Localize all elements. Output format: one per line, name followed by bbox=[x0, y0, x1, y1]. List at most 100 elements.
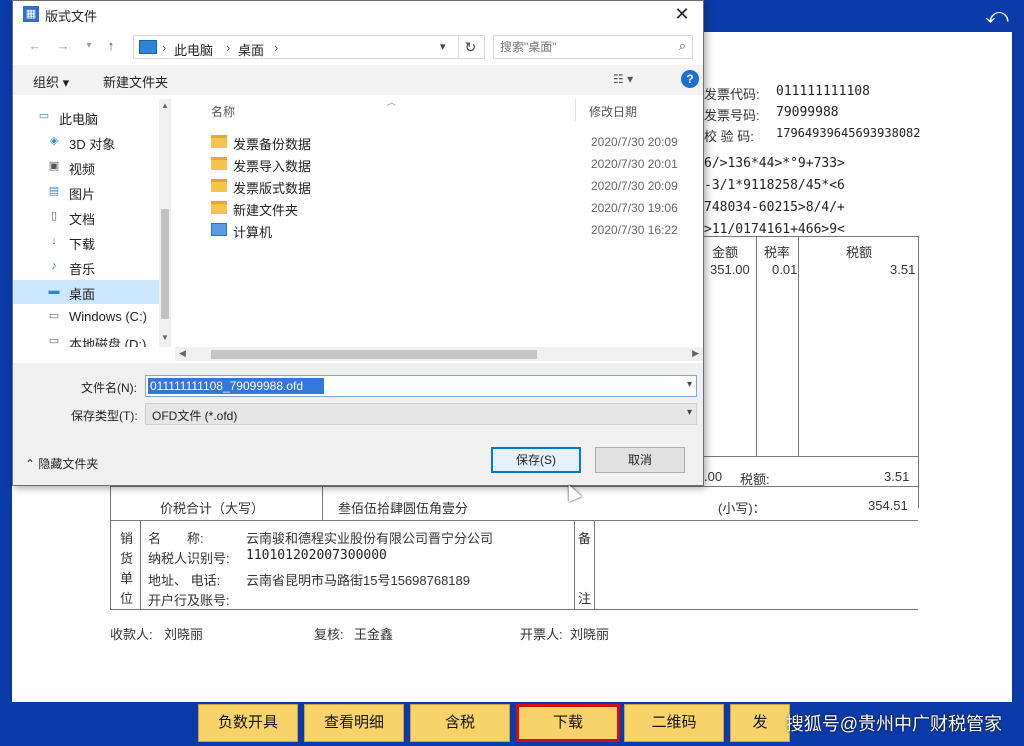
scroll-down-icon[interactable]: ▼ bbox=[161, 333, 169, 342]
chevron-down-icon: ▾ bbox=[686, 407, 692, 418]
file-date: 2020/7/30 19:06 bbox=[591, 201, 678, 215]
nav-item-label: 音乐 bbox=[69, 262, 96, 277]
file-date: 2020/7/30 16:22 bbox=[591, 223, 678, 237]
nav-item-drive-d[interactable]: ▭ 本地磁盘 (D:) bbox=[13, 330, 159, 347]
file-date: 2020/7/30 20:01 bbox=[591, 157, 678, 171]
view-details-button[interactable]: 查看明细 bbox=[304, 704, 404, 742]
hide-folders-toggle[interactable]: ⌃ 隐藏文件夹 bbox=[25, 455, 98, 472]
scroll-left-icon[interactable]: ◀ bbox=[179, 348, 186, 359]
send-button[interactable]: 发 bbox=[730, 704, 790, 742]
nav-item-drive-c[interactable]: ▭ Windows (C:) bbox=[13, 305, 159, 329]
organize-menu[interactable]: 组织 ▾ bbox=[33, 72, 69, 91]
column-separator[interactable] bbox=[575, 99, 576, 121]
file-row[interactable]: 发票版式数据 2020/7/30 20:09 bbox=[197, 175, 697, 197]
address-row: ← → ▾ ↑ › 此电脑 › 桌面 › ▾ ↻ ⌕ bbox=[13, 31, 703, 61]
file-row[interactable]: 发票备份数据 2020/7/30 20:09 bbox=[197, 131, 697, 153]
download-button[interactable]: 下载 bbox=[516, 704, 620, 742]
table-line bbox=[110, 520, 918, 521]
nav-item-pictures[interactable]: ▤ 图片 bbox=[13, 180, 159, 204]
horizontal-scrollbar[interactable]: ◀ ▶ bbox=[175, 347, 703, 361]
nav-item-videos[interactable]: ▣ 视频 bbox=[13, 155, 159, 179]
help-icon[interactable]: ? bbox=[681, 70, 699, 88]
new-folder-button[interactable]: 新建文件夹 bbox=[103, 72, 168, 91]
search-box[interactable]: ⌕ bbox=[493, 35, 693, 59]
breadcrumb-this-pc[interactable]: 此电脑 bbox=[174, 40, 213, 59]
search-icon[interactable]: ⌕ bbox=[679, 38, 686, 54]
table-line bbox=[704, 236, 918, 237]
video-icon: ▣ bbox=[48, 160, 60, 172]
navigation-pane: ▭ 此电脑 ◈ 3D 对象 ▣ 视频 ▤ 图片 ▯ 文档 ↓ 下载 ♪ 音乐 ▬ bbox=[13, 99, 173, 347]
reviewer-label: 复核: bbox=[314, 627, 344, 642]
close-icon[interactable]: ✕ bbox=[667, 1, 697, 27]
table-line bbox=[594, 520, 595, 610]
filetype-select[interactable]: OFD文件 (*.ofd) ▾ bbox=[145, 403, 697, 425]
scroll-up-icon[interactable]: ▲ bbox=[161, 101, 169, 110]
back-arrow-icon[interactable]: ⤺ bbox=[984, 3, 1010, 29]
table-line bbox=[140, 520, 141, 610]
search-input[interactable] bbox=[500, 39, 660, 55]
row-tax: 3.51 bbox=[890, 262, 916, 277]
breadcrumb-separator: › bbox=[162, 40, 167, 55]
dialog-toolbar: 组织 ▾ 新建文件夹 ☷ ▾ ? bbox=[13, 65, 703, 95]
drive-icon: ▭ bbox=[48, 335, 60, 347]
document-icon: ▯ bbox=[50, 210, 58, 222]
filename-input[interactable] bbox=[148, 378, 324, 394]
scroll-right-icon[interactable]: ▶ bbox=[692, 348, 699, 359]
remark-char: 注 bbox=[578, 591, 592, 606]
save-button[interactable]: 保存(S) bbox=[491, 447, 581, 473]
invoice-number-value: 79099988 bbox=[776, 105, 839, 120]
cube-icon: ◈ bbox=[49, 135, 59, 147]
scrollbar-thumb[interactable] bbox=[161, 209, 169, 319]
view-options-icon[interactable]: ☷ ▾ bbox=[613, 72, 633, 86]
scrollbar-thumb[interactable] bbox=[211, 350, 537, 359]
nav-item-downloads[interactable]: ↓ 下载 bbox=[13, 230, 159, 254]
filetype-value: OFD文件 (*.ofd) bbox=[152, 409, 238, 423]
folder-icon bbox=[211, 179, 227, 192]
check-code-value: 17964939645693938082 bbox=[776, 126, 921, 140]
nav-item-this-pc[interactable]: ▭ 此电脑 bbox=[13, 105, 159, 129]
file-date: 2020/7/30 20:09 bbox=[591, 135, 678, 149]
computer-shortcut-icon bbox=[211, 223, 227, 236]
cancel-button[interactable]: 取消 bbox=[595, 447, 685, 473]
col-amount-header: 金额 bbox=[712, 245, 739, 260]
nav-item-desktop[interactable]: ▬ 桌面 bbox=[13, 280, 159, 304]
seller-section-char: 销 bbox=[120, 531, 134, 546]
nav-item-documents[interactable]: ▯ 文档 bbox=[13, 205, 159, 229]
drawer-label: 开票人: bbox=[520, 627, 563, 642]
forward-icon[interactable]: → bbox=[53, 37, 73, 55]
breadcrumb-desktop[interactable]: 桌面 bbox=[238, 40, 264, 59]
refresh-icon[interactable]: ↻ bbox=[458, 36, 482, 58]
tax-included-button[interactable]: 含税 bbox=[410, 704, 510, 742]
row-rate: 0.01 bbox=[772, 262, 798, 277]
chevron-down-icon[interactable]: ▾ bbox=[687, 379, 692, 390]
file-row[interactable]: 发票导入数据 2020/7/30 20:01 bbox=[197, 153, 697, 175]
app-icon: ▦ bbox=[23, 6, 39, 22]
recent-dropdown-icon[interactable]: ▾ bbox=[79, 37, 99, 55]
dialog-title: 版式文件 bbox=[45, 9, 98, 24]
table-line bbox=[704, 456, 918, 457]
nav-item-3d-objects[interactable]: ◈ 3D 对象 bbox=[13, 130, 159, 154]
cipher-line: 748034-60215>8/4/+ bbox=[704, 200, 845, 215]
folder-icon bbox=[211, 201, 227, 214]
column-modified-header[interactable]: 修改日期 bbox=[589, 103, 637, 120]
column-name-header[interactable]: 名称 bbox=[211, 103, 235, 120]
table-line bbox=[574, 520, 575, 610]
file-row[interactable]: 计算机 2020/7/30 16:22 bbox=[197, 219, 697, 241]
nav-scrollbar[interactable]: ▲ ▼ bbox=[159, 99, 171, 347]
negative-invoice-button[interactable]: 负数开具 bbox=[198, 704, 298, 742]
address-bar[interactable]: › 此电脑 › 桌面 › ▾ ↻ bbox=[133, 35, 485, 59]
up-icon[interactable]: ↑ bbox=[101, 37, 121, 55]
file-row[interactable]: 新建文件夹 2020/7/30 19:06 bbox=[197, 197, 697, 219]
seller-tax-id: 110101202007300000 bbox=[246, 548, 387, 563]
remark-char: 备 bbox=[578, 531, 592, 546]
nav-item-music[interactable]: ♪ 音乐 bbox=[13, 255, 159, 279]
grand-total-label: 价税合计（大写） bbox=[160, 501, 265, 516]
filetype-label: 保存类型(T): bbox=[71, 409, 138, 423]
check-code-label: 校 验 码: bbox=[704, 129, 754, 144]
chevron-down-icon[interactable]: ▾ bbox=[440, 40, 446, 53]
filename-combobox[interactable]: ▾ bbox=[145, 375, 697, 397]
back-icon[interactable]: ← bbox=[25, 37, 45, 55]
table-line bbox=[110, 486, 918, 487]
drive-icon: ▭ bbox=[48, 310, 60, 322]
qrcode-button[interactable]: 二维码 bbox=[624, 704, 724, 742]
